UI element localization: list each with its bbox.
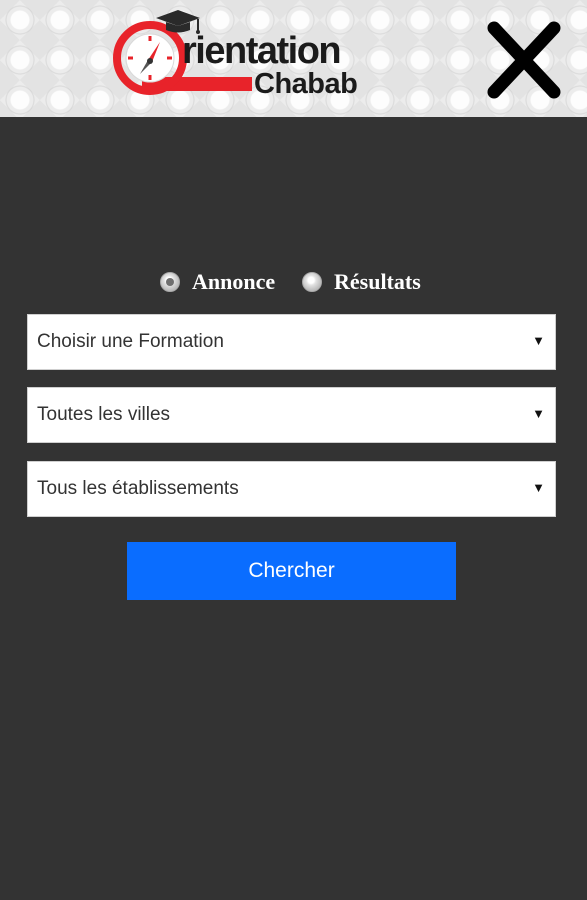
dropdown-arrow-icon: ▼	[532, 333, 545, 348]
radio-resultats[interactable]	[302, 272, 322, 292]
search-button[interactable]: Chercher	[127, 542, 456, 600]
formation-select[interactable]: Choisir une Formation ▼	[27, 314, 556, 370]
radio-label-annonce: Annonce	[192, 269, 276, 294]
close-icon	[487, 21, 561, 99]
search-type-radio-group: Annonce Résultats	[0, 264, 587, 300]
app-header: rientation Chabab	[0, 0, 587, 117]
radio-option-annonce[interactable]: Annonce	[160, 264, 275, 300]
establishment-select[interactable]: Tous les établissements ▼	[27, 461, 556, 517]
city-select-value: Toutes les villes	[37, 404, 171, 425]
formation-select-value: Choisir une Formation	[37, 331, 224, 352]
logo: rientation Chabab	[112, 4, 362, 104]
dropdown-arrow-icon: ▼	[532, 406, 545, 421]
establishment-select-value: Tous les établissements	[37, 478, 239, 499]
logo-subtitle: Chabab	[254, 68, 358, 100]
dropdown-arrow-icon: ▼	[532, 480, 545, 495]
radio-label-resultats: Résultats	[334, 269, 421, 294]
city-select[interactable]: Toutes les villes ▼	[27, 387, 556, 443]
radio-annonce[interactable]	[160, 272, 180, 292]
logo-wordmark: rientation	[182, 30, 342, 72]
close-button[interactable]	[484, 20, 564, 100]
radio-option-resultats[interactable]: Résultats	[302, 264, 421, 300]
